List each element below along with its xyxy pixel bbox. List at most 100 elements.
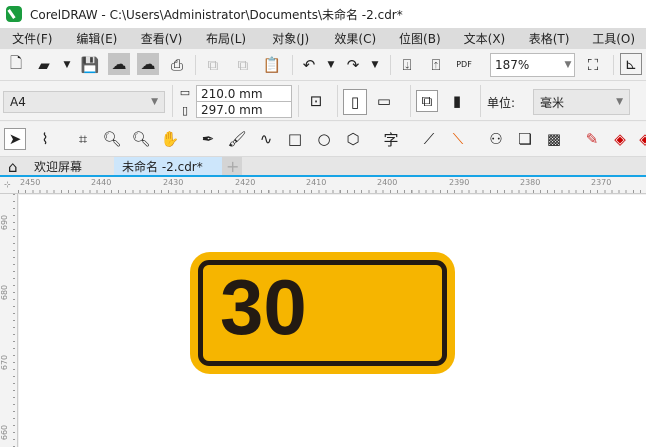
page-width-value: 210.0 mm xyxy=(201,86,263,101)
ruler-label: 2400 xyxy=(377,178,398,187)
publish-pdf-icon[interactable]: PDF xyxy=(453,53,475,75)
freehand-tool-icon[interactable]: ∿ xyxy=(255,128,277,150)
all-pages-icon[interactable]: ⧉ xyxy=(416,90,438,112)
connector-tool-icon[interactable]: ⟍ xyxy=(447,128,469,150)
units-select[interactable]: 毫米 ▼ xyxy=(533,89,630,115)
crop-tool-icon[interactable]: ⌗ xyxy=(72,128,94,150)
cut-icon[interactable]: ⧉ xyxy=(202,54,224,76)
paste-icon[interactable]: 📋 xyxy=(261,54,283,76)
zoom-to-page-icon[interactable]: ⛶ xyxy=(582,54,604,76)
transparency-tool-icon[interactable]: ▩ xyxy=(543,128,565,150)
interactive-fill-tool-icon[interactable]: ◈ xyxy=(609,128,631,150)
separator xyxy=(292,55,293,75)
open-folder-icon[interactable]: ▰ xyxy=(33,54,55,76)
ruler-origin-icon[interactable]: ⊹ xyxy=(4,180,11,189)
ellipse-tool-icon[interactable]: ○ xyxy=(313,128,335,150)
open-dropdown-icon[interactable]: ▼ xyxy=(56,54,78,76)
separator xyxy=(480,85,481,117)
import-icon[interactable]: ⍗ xyxy=(396,54,418,76)
shape-tool-icon[interactable]: ⌇ xyxy=(34,128,56,150)
export-icon[interactable]: ⍐ xyxy=(425,54,447,76)
separator xyxy=(172,85,173,117)
tab-document[interactable]: 未命名 -2.cdr* xyxy=(114,157,222,176)
zoom-tool-icon[interactable]: 🔍︎ xyxy=(101,128,123,150)
speed-sign-text[interactable]: 30 xyxy=(220,268,307,346)
menu-view[interactable]: 查看(V) xyxy=(129,28,194,49)
document-tabs: ⌂ 欢迎屏幕 未命名 -2.cdr* + xyxy=(0,157,646,176)
menu-text[interactable]: 文本(X) xyxy=(452,28,517,49)
pick-tool-icon[interactable]: ➤ xyxy=(4,128,26,150)
menu-bitmaps[interactable]: 位图(B) xyxy=(388,28,453,49)
print-icon[interactable]: ⎙ xyxy=(166,54,188,76)
tab-welcome-screen[interactable]: 欢迎屏幕 xyxy=(26,157,114,176)
current-page-icon[interactable]: ▮ xyxy=(446,90,468,112)
ruler-ticks xyxy=(13,194,15,447)
separator xyxy=(195,55,196,75)
smart-fill-tool-icon[interactable]: ◈ xyxy=(634,128,646,150)
page-height-icon: ▯ xyxy=(181,103,189,117)
zoom-value: 187% xyxy=(495,58,530,72)
new-tab-button[interactable]: + xyxy=(222,157,242,176)
polygon-tool-icon[interactable]: ⬡ xyxy=(342,128,364,150)
eyedropper-tool-icon[interactable]: ✎ xyxy=(581,128,603,150)
redo-icon[interactable]: ↷ xyxy=(342,54,364,76)
separator xyxy=(410,85,411,117)
vertical-ruler[interactable]: 690 680 670 660 xyxy=(0,194,18,447)
ruler-label: 2380 xyxy=(520,178,541,187)
menu-object[interactable]: 对象(J) xyxy=(258,28,323,49)
pan-tool-icon[interactable]: ✋ xyxy=(159,128,181,150)
options-icon[interactable]: ⊾ xyxy=(620,53,642,75)
text-tool-icon[interactable]: 字 xyxy=(380,128,402,150)
page-size-select[interactable]: A4 ▼ xyxy=(3,91,165,113)
menu-bar: 文件(F) 编辑(E) 查看(V) 布局(L) 对象(J) 效果(C) 位图(B… xyxy=(0,28,646,49)
save-icon[interactable]: 💾 xyxy=(79,54,101,76)
dimension-tool-icon[interactable]: ⟋ xyxy=(418,128,440,150)
drop-shadow-tool-icon[interactable]: ❏ xyxy=(514,128,536,150)
standard-toolbar: 🗋 ▰ ▼ 💾 ☁ ☁ ⎙ ⧉ ⧉ 📋 ↶ ▼ ↷ ▼ ⍗ ⍐ PDF 187%… xyxy=(0,49,646,81)
chevron-down-icon: ▼ xyxy=(151,97,158,107)
menu-layout[interactable]: 布局(L) xyxy=(194,28,259,49)
separator xyxy=(390,55,391,75)
brush-tool-icon[interactable]: 🖌 xyxy=(226,128,248,150)
import-cloud-icon[interactable]: ☁ xyxy=(108,53,130,75)
page-width-icon: ▭ xyxy=(179,85,191,99)
ruler-label: 2370 xyxy=(591,178,612,187)
horizontal-ruler[interactable]: ⊹ 2450 2440 2430 2420 2410 2400 2390 238… xyxy=(0,177,646,194)
rectangle-tool-icon[interactable]: □ xyxy=(284,128,306,150)
blend-tool-icon[interactable]: ⚇ xyxy=(485,128,507,150)
property-bar: A4 ▼ ▭ 210.0 mm ▯ 297.0 mm ⊡ ▯ ▭ ⧉ ▮ 单位: … xyxy=(0,81,646,121)
page-height-input[interactable]: 297.0 mm xyxy=(196,101,292,118)
separator xyxy=(337,85,338,117)
menu-table[interactable]: 表格(T) xyxy=(517,28,582,49)
menu-file[interactable]: 文件(F) xyxy=(0,28,65,49)
new-document-icon[interactable]: 🗋 xyxy=(5,54,27,76)
copy-icon[interactable]: ⧉ xyxy=(232,54,254,76)
portrait-button[interactable]: ▯ xyxy=(343,89,367,115)
menu-edit[interactable]: 编辑(E) xyxy=(65,28,130,49)
home-icon[interactable]: ⌂ xyxy=(0,157,26,176)
undo-dropdown-icon[interactable]: ▼ xyxy=(320,54,342,76)
export-cloud-icon[interactable]: ☁ xyxy=(137,53,159,75)
title-bar: CorelDRAW - C:\Users\Administrator\Docum… xyxy=(0,0,646,28)
page-size-value: A4 xyxy=(10,95,26,109)
ruler-label: 2450 xyxy=(20,178,41,187)
chevron-down-icon: ▼ xyxy=(616,97,623,107)
ruler-label: 2410 xyxy=(306,178,327,187)
page-width-input[interactable]: 210.0 mm xyxy=(196,85,292,102)
window-title: CorelDRAW - C:\Users\Administrator\Docum… xyxy=(30,7,403,22)
units-value: 毫米 xyxy=(540,95,565,110)
menu-tools[interactable]: 工具(O) xyxy=(581,28,646,49)
redo-dropdown-icon[interactable]: ▼ xyxy=(364,54,386,76)
toolbox: ➤ ⌇ ⌗ 🔍︎ 🔍︎ ✋ ✒ 🖌 ∿ □ ○ ⬡ 字 ⟋ ⟍ ⚇ ❏ ▩ ✎ … xyxy=(0,122,646,157)
ruler-label: 2420 xyxy=(235,178,256,187)
ruler-label: 660 xyxy=(0,424,10,441)
ruler-label: 670 xyxy=(0,354,10,371)
menu-effects[interactable]: 效果(C) xyxy=(323,28,388,49)
page-height-value: 297.0 mm xyxy=(201,102,263,117)
zoom-dropdown-icon[interactable]: ▼ xyxy=(557,54,579,76)
page-origin-icon[interactable]: ⊡ xyxy=(305,90,327,112)
undo-icon[interactable]: ↶ xyxy=(298,54,320,76)
zoom-out-tool-icon[interactable]: 🔍︎ xyxy=(130,128,152,150)
landscape-button[interactable]: ▭ xyxy=(373,90,395,112)
pen-tool-icon[interactable]: ✒ xyxy=(197,128,219,150)
